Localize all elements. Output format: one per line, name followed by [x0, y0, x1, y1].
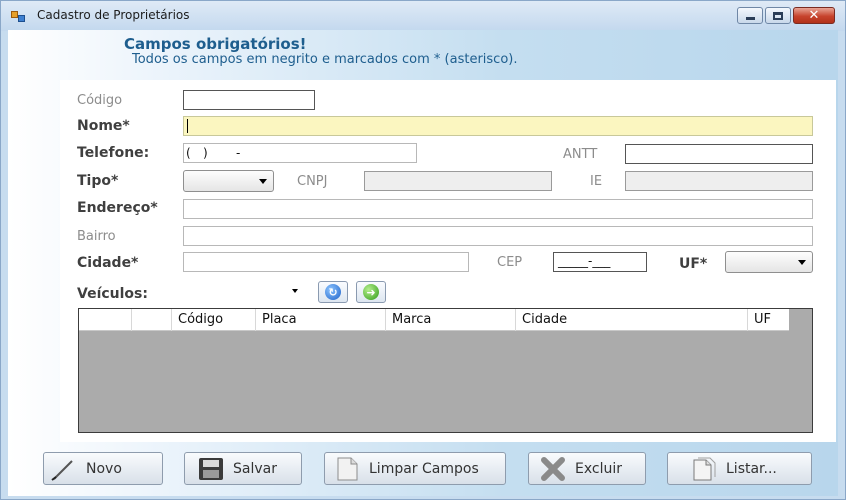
telefone-mask-open: (: [186, 146, 191, 160]
telefone-mask-close: ): [203, 146, 208, 160]
cnpj-field: [364, 171, 552, 191]
add-icon: ➜: [363, 284, 379, 300]
veiculos-dropdown-button[interactable]: [287, 282, 305, 300]
delete-x-icon: [539, 456, 567, 481]
required-fields-title: Campos obrigatórios!: [124, 35, 307, 53]
cidade-label: Cidade*: [77, 255, 139, 271]
minimize-icon: [745, 16, 755, 20]
telefone-mask-dash: -: [236, 146, 241, 160]
vehicles-grid[interactable]: Código Placa Marca Cidade UF: [78, 308, 813, 433]
listar-label: Listar...: [726, 460, 777, 477]
cep-label: CEP: [497, 255, 523, 270]
grid-col-cidade[interactable]: Cidade: [516, 309, 748, 331]
minimize-button[interactable]: [737, 7, 763, 24]
veiculos-label: Veículos:: [77, 286, 148, 302]
window-title: Cadastro de Proprietários: [37, 8, 190, 22]
excluir-button[interactable]: Excluir: [528, 452, 646, 485]
listar-button[interactable]: Listar...: [667, 452, 812, 485]
cidade-field[interactable]: [183, 252, 469, 272]
tipo-label: Tipo*: [77, 173, 119, 189]
maximize-icon: [773, 11, 783, 20]
app-icon: [11, 9, 27, 23]
chevron-down-icon: [292, 289, 298, 293]
add-vehicle-button[interactable]: ➜: [356, 281, 386, 303]
novo-label: Novo: [86, 460, 122, 477]
bairro-label: Bairro: [77, 229, 116, 244]
nome-label: Nome*: [77, 118, 130, 134]
cep-mask: _____-___: [558, 254, 611, 268]
grid-col-codigo[interactable]: Código: [172, 309, 256, 331]
uf-select[interactable]: [725, 251, 813, 273]
grid-header: Código Placa Marca Cidade UF: [79, 309, 789, 331]
pencil-icon: [50, 457, 78, 481]
codigo-field[interactable]: [183, 90, 315, 110]
telefone-label: Telefone:: [77, 145, 150, 161]
antt-label: ANTT: [563, 147, 598, 162]
antt-field[interactable]: [625, 144, 813, 164]
ie-label: IE: [590, 174, 603, 189]
refresh-button[interactable]: ↻: [318, 281, 348, 303]
limpar-campos-button[interactable]: Limpar Campos: [324, 452, 506, 485]
endereco-field[interactable]: [183, 199, 813, 219]
required-fields-subtitle: Todos os campos em negrito e marcados co…: [132, 52, 518, 67]
uf-label: UF*: [679, 256, 708, 272]
maximize-button[interactable]: [765, 7, 791, 24]
tipo-select[interactable]: [183, 170, 274, 192]
grid-col-blank[interactable]: [132, 309, 172, 331]
chevron-down-icon: [259, 179, 267, 184]
save-icon: [197, 457, 225, 481]
close-button[interactable]: ✕: [793, 7, 835, 24]
grid-col-marca[interactable]: Marca: [386, 309, 516, 331]
novo-button[interactable]: Novo: [43, 452, 163, 485]
blank-page-icon: [333, 457, 361, 481]
bairro-field[interactable]: [183, 226, 813, 246]
endereco-label: Endereço*: [77, 200, 158, 216]
limpar-campos-label: Limpar Campos: [369, 460, 479, 477]
salvar-button[interactable]: Salvar: [184, 452, 302, 485]
cep-field[interactable]: _____-___: [553, 252, 647, 272]
ie-field: [625, 171, 813, 191]
codigo-label: Código: [77, 93, 123, 108]
refresh-icon: ↻: [325, 284, 341, 300]
telefone-field[interactable]: [183, 143, 417, 163]
salvar-label: Salvar: [233, 460, 277, 477]
grid-row-header[interactable]: [79, 309, 132, 331]
chevron-down-icon: [798, 260, 806, 265]
grid-col-placa[interactable]: Placa: [256, 309, 386, 331]
close-icon: ✕: [808, 8, 820, 23]
document-list-icon: [690, 457, 718, 481]
title-bar[interactable]: Cadastro de Proprietários ✕: [1, 1, 845, 31]
nome-field[interactable]: [183, 116, 813, 136]
excluir-label: Excluir: [575, 460, 622, 477]
text-cursor: [187, 119, 188, 133]
grid-col-uf[interactable]: UF: [748, 309, 789, 331]
cnpj-label: CNPJ: [297, 174, 328, 189]
